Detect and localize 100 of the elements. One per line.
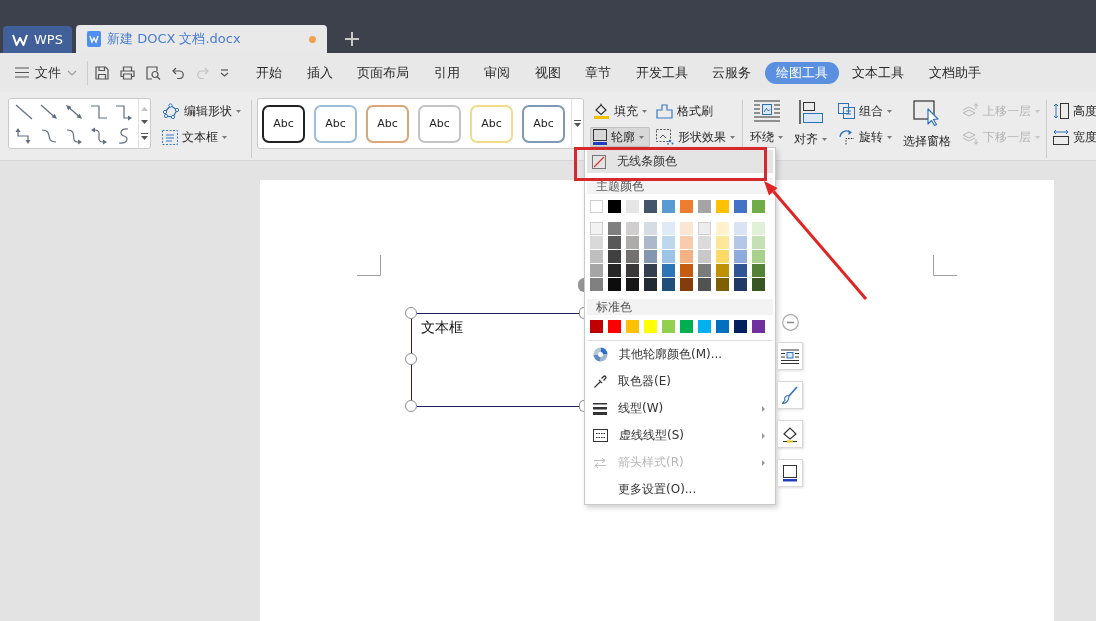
color-swatch[interactable] [626, 278, 639, 291]
color-swatch[interactable] [752, 278, 765, 291]
style-preset-button[interactable]: Abc [262, 104, 305, 143]
color-swatch[interactable] [644, 278, 657, 291]
color-swatch[interactable] [662, 278, 675, 291]
menu-item[interactable]: 无线条颜色 [587, 150, 773, 173]
ribbon-button[interactable]: 填充 [590, 101, 650, 121]
color-swatch[interactable] [644, 200, 657, 213]
ribbon-button[interactable]: 格式刷 [653, 101, 738, 121]
color-swatch[interactable] [752, 200, 765, 213]
color-swatch[interactable] [590, 320, 603, 333]
color-swatch[interactable] [680, 200, 693, 213]
minus-circle-icon[interactable] [781, 314, 799, 331]
shape-style-button[interactable] [777, 381, 803, 409]
color-swatch[interactable] [680, 320, 693, 333]
color-swatch[interactable] [626, 236, 639, 249]
expand-gallery-icon[interactable] [141, 133, 148, 141]
arrow-icon[interactable] [38, 102, 59, 121]
ribbon-tab[interactable]: 插入 [295, 61, 344, 84]
color-swatch[interactable] [680, 278, 693, 291]
style-preset-button[interactable]: Abc [366, 104, 409, 143]
color-swatch[interactable] [644, 236, 657, 249]
ribbon-tab[interactable]: 页面布局 [346, 61, 420, 84]
elbow-connector-icon[interactable] [88, 102, 109, 121]
print-preview-icon[interactable] [146, 65, 161, 80]
color-swatch[interactable] [698, 200, 711, 213]
style-preset-button[interactable]: Abc [522, 104, 565, 143]
ribbon-tab[interactable]: 文本工具 [841, 61, 915, 84]
color-swatch[interactable] [608, 278, 621, 291]
ribbon-button[interactable]: 形状效果 [653, 127, 738, 147]
color-swatch[interactable] [626, 264, 639, 277]
document-tab[interactable]: 新建 DOCX 文档.docx [76, 25, 327, 53]
ribbon-button[interactable]: 宽度 [1050, 127, 1096, 147]
resize-handle[interactable] [405, 307, 417, 319]
ribbon-button[interactable]: 组合 [835, 101, 895, 121]
color-swatch[interactable] [590, 278, 603, 291]
ribbon-button[interactable]: 旋转 [835, 127, 895, 147]
rotation-handle[interactable] [578, 278, 584, 292]
file-menu-button[interactable]: 文件 [12, 59, 80, 86]
ribbon-tab[interactable]: 开发工具 [624, 61, 699, 84]
color-swatch[interactable] [608, 222, 621, 235]
line-icon[interactable] [13, 102, 34, 121]
ribbon-tab[interactable]: 开始 [245, 61, 293, 84]
color-swatch[interactable] [716, 278, 729, 291]
style-preset-button[interactable]: Abc [314, 104, 357, 143]
scroll-down-icon[interactable] [141, 120, 148, 124]
shape-fill-button[interactable] [777, 420, 803, 448]
ribbon-button[interactable]: 文本框 [159, 127, 230, 147]
color-swatch[interactable] [716, 264, 729, 277]
color-swatch[interactable] [608, 200, 621, 213]
color-swatch[interactable] [608, 320, 621, 333]
ribbon-button[interactable]: 对齐 [791, 98, 830, 148]
color-swatch[interactable] [734, 250, 747, 263]
color-swatch[interactable] [752, 264, 765, 277]
color-swatch[interactable] [752, 320, 765, 333]
ribbon-button[interactable]: 环绕 [747, 98, 786, 146]
color-swatch[interactable] [626, 250, 639, 263]
ribbon-button[interactable]: 编辑形状 [159, 101, 244, 121]
menu-item[interactable]: 虚线线型(S) [587, 422, 773, 449]
resize-handle[interactable] [405, 400, 417, 412]
home-tab[interactable]: WPS [3, 26, 72, 53]
color-swatch[interactable] [716, 320, 729, 333]
color-swatch[interactable] [698, 278, 711, 291]
ribbon-tab[interactable]: 文档助手 [917, 61, 992, 84]
color-swatch[interactable] [734, 200, 747, 213]
ribbon-button[interactable]: 轮廓 [590, 127, 650, 147]
resize-handle[interactable] [405, 353, 417, 365]
style-preset-button[interactable]: Abc [418, 104, 461, 143]
color-swatch[interactable] [734, 278, 747, 291]
color-swatch[interactable] [608, 264, 621, 277]
color-swatch[interactable] [590, 264, 603, 277]
expand-gallery-icon[interactable] [574, 120, 581, 127]
color-swatch[interactable] [608, 236, 621, 249]
undo-icon[interactable] [172, 66, 185, 79]
color-swatch[interactable] [662, 200, 675, 213]
ribbon-tab[interactable]: 引用 [422, 61, 471, 84]
double-arrow-icon[interactable] [63, 102, 84, 121]
style-preset-button[interactable]: Abc [470, 104, 513, 143]
ribbon-button[interactable]: 高度 [1050, 101, 1096, 121]
save-icon[interactable] [95, 65, 109, 80]
menu-item[interactable]: 更多设置(O)... [587, 476, 773, 503]
ribbon-tab[interactable]: 视图 [523, 61, 572, 84]
color-swatch[interactable] [698, 320, 711, 333]
plus-icon[interactable] [345, 32, 359, 46]
scroll-up-icon[interactable] [141, 106, 148, 111]
customize-icon[interactable] [220, 68, 229, 77]
color-swatch[interactable] [662, 320, 675, 333]
color-swatch[interactable] [662, 264, 675, 277]
color-swatch[interactable] [644, 250, 657, 263]
shape-outline-button[interactable] [777, 459, 803, 487]
color-swatch[interactable] [680, 264, 693, 277]
layout-options-button[interactable] [777, 342, 803, 370]
color-swatch[interactable] [734, 320, 747, 333]
ribbon-tab[interactable]: 章节 [574, 61, 622, 84]
color-swatch[interactable] [644, 264, 657, 277]
ribbon-tab[interactable]: 云服务 [701, 61, 762, 84]
print-icon[interactable] [120, 65, 135, 80]
ribbon-tab[interactable]: 审阅 [473, 61, 521, 84]
color-swatch[interactable] [608, 250, 621, 263]
color-swatch[interactable] [698, 264, 711, 277]
